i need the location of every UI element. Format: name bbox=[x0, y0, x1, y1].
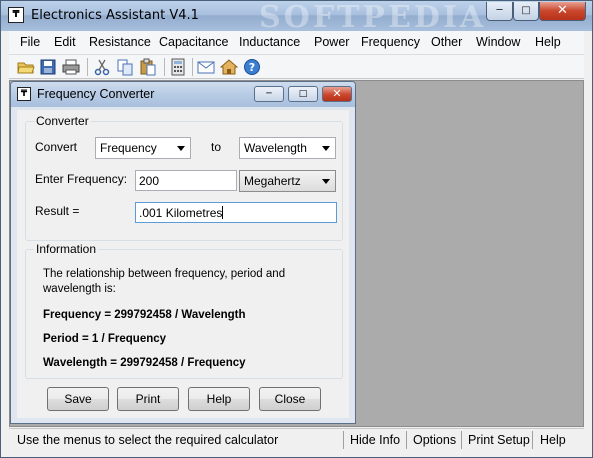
save-button[interactable]: Save bbox=[47, 387, 109, 411]
frequency-converter-window: ₸ Frequency Converter ─ □ ✕ Converter Co… bbox=[10, 81, 356, 424]
menu-other[interactable]: Other bbox=[431, 35, 462, 49]
minimize-button[interactable]: ─ bbox=[486, 2, 513, 21]
enter-frequency-label: Enter Frequency: bbox=[35, 172, 128, 186]
hide-info-button[interactable]: Hide Info bbox=[350, 433, 400, 447]
status-bar: Use the menus to select the required cal… bbox=[9, 428, 584, 451]
maximize-button[interactable]: □ bbox=[513, 2, 539, 21]
mail-icon[interactable] bbox=[197, 58, 215, 76]
period-formula: Period = 1 / Frequency bbox=[43, 333, 167, 345]
result-value: .001 Kilometres bbox=[139, 206, 223, 220]
frequency-unit-select[interactable]: Megahertz bbox=[239, 170, 336, 192]
status-help-button[interactable]: Help bbox=[540, 433, 566, 447]
frequency-formula: Frequency = 299792458 / Wavelength bbox=[43, 309, 246, 321]
status-message: Use the menus to select the required cal… bbox=[17, 433, 279, 447]
title-bar[interactable]: ₸ Electronics Assistant V4.1 SOFTPEDIA ─… bbox=[1, 0, 592, 35]
print-button[interactable]: Print bbox=[117, 387, 179, 411]
cut-icon[interactable] bbox=[93, 58, 111, 76]
status-separator bbox=[406, 431, 407, 449]
chevron-down-icon bbox=[322, 146, 330, 151]
information-group-label: Information bbox=[34, 242, 99, 256]
svg-text:?: ? bbox=[249, 61, 255, 74]
toolbar-separator bbox=[164, 58, 165, 76]
wavelength-formula: Wavelength = 299792458 / Frequency bbox=[43, 357, 246, 369]
converter-body: Converter Convert Frequency to Wavelengt… bbox=[17, 110, 349, 418]
text-caret bbox=[222, 206, 224, 219]
menu-inductance[interactable]: Inductance bbox=[239, 35, 300, 49]
child-app-icon[interactable]: ₸ bbox=[17, 87, 31, 101]
menu-power[interactable]: Power bbox=[314, 35, 349, 49]
menu-bar: File Edit Resistance Capacitance Inducta… bbox=[9, 31, 584, 55]
to-unit-value: Wavelength bbox=[244, 141, 307, 155]
help-icon[interactable]: ? bbox=[243, 58, 261, 76]
print-icon[interactable] bbox=[62, 58, 80, 76]
options-button[interactable]: Options bbox=[413, 433, 456, 447]
close-window-button[interactable]: ✕ bbox=[539, 2, 586, 21]
child-minimize-button[interactable]: ─ bbox=[254, 86, 284, 102]
frequency-input[interactable]: 200 bbox=[135, 170, 237, 191]
menu-frequency[interactable]: Frequency bbox=[361, 35, 420, 49]
save-icon[interactable] bbox=[39, 58, 57, 76]
menu-file[interactable]: File bbox=[20, 35, 40, 49]
from-unit-value: Frequency bbox=[100, 141, 157, 155]
menu-resistance[interactable]: Resistance bbox=[89, 35, 151, 49]
child-title-bar[interactable]: ₸ Frequency Converter ─ □ ✕ bbox=[11, 82, 355, 107]
child-window-title: Frequency Converter bbox=[37, 87, 155, 101]
copy-icon[interactable] bbox=[116, 58, 134, 76]
close-button[interactable]: Close bbox=[259, 387, 321, 411]
status-separator bbox=[343, 431, 344, 449]
print-setup-button[interactable]: Print Setup bbox=[468, 433, 530, 447]
open-folder-icon[interactable] bbox=[17, 58, 35, 76]
result-field[interactable]: .001 Kilometres bbox=[135, 202, 337, 223]
result-label: Result = bbox=[35, 204, 80, 218]
toolbar-separator bbox=[87, 58, 88, 76]
home-icon[interactable] bbox=[220, 58, 238, 76]
window-title: Electronics Assistant V4.1 bbox=[31, 8, 199, 23]
paste-icon[interactable] bbox=[139, 58, 157, 76]
softpedia-watermark: SOFTPEDIA bbox=[259, 0, 487, 35]
menu-window[interactable]: Window bbox=[476, 35, 520, 49]
child-maximize-button[interactable]: □ bbox=[288, 86, 318, 102]
menu-capacitance[interactable]: Capacitance bbox=[159, 35, 229, 49]
from-unit-select[interactable]: Frequency bbox=[95, 137, 191, 159]
menu-help[interactable]: Help bbox=[535, 35, 561, 49]
toolbar-separator bbox=[192, 58, 193, 76]
status-separator bbox=[461, 431, 462, 449]
converter-group-label: Converter bbox=[34, 114, 91, 128]
to-unit-select[interactable]: Wavelength bbox=[239, 137, 336, 159]
info-text-line2: wavelength is: bbox=[43, 283, 116, 295]
info-text-line1: The relationship between frequency, peri… bbox=[43, 268, 286, 280]
calculator-icon[interactable] bbox=[169, 58, 187, 76]
toolbar: ? bbox=[9, 55, 584, 79]
to-label: to bbox=[211, 140, 222, 154]
frequency-unit-value: Megahertz bbox=[244, 174, 301, 188]
status-separator bbox=[532, 431, 533, 449]
chevron-down-icon bbox=[322, 179, 330, 184]
convert-label: Convert bbox=[35, 140, 78, 154]
chevron-down-icon bbox=[177, 146, 185, 151]
help-button[interactable]: Help bbox=[188, 387, 250, 411]
menu-edit[interactable]: Edit bbox=[54, 35, 76, 49]
child-close-button[interactable]: ✕ bbox=[322, 86, 352, 102]
app-icon[interactable]: ₸ bbox=[8, 7, 24, 23]
